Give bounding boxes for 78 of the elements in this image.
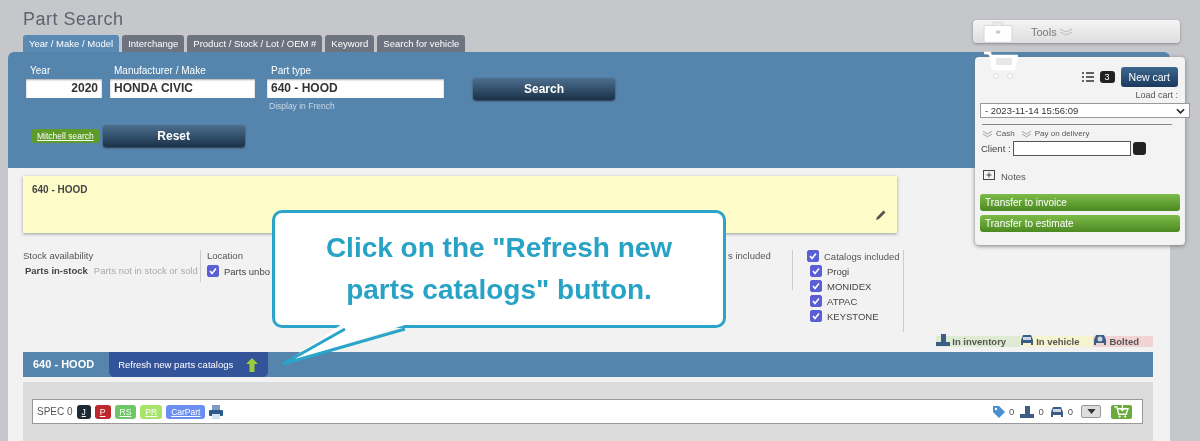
car-icon	[1049, 405, 1064, 418]
payment-option[interactable]: Cash	[996, 129, 1015, 138]
client-button[interactable]	[1132, 142, 1146, 155]
checkbox[interactable]	[810, 265, 822, 277]
checkbox[interactable]	[810, 295, 822, 307]
catalog-link[interactable]: P	[94, 404, 111, 419]
tab[interactable]: Keyword	[325, 35, 375, 52]
result-title: 640 - HOOD	[32, 357, 96, 372]
checkbox-label: Parts unbo	[224, 265, 270, 277]
transfer-button[interactable]: Transfer to estimate	[980, 215, 1180, 232]
filter-heading: Catalogs included	[824, 250, 900, 262]
dropdown-button[interactable]	[1081, 405, 1101, 418]
chevron-down-icon	[1176, 107, 1185, 114]
stock-option[interactable]: Parts in-stock	[23, 265, 90, 276]
reset-button[interactable]: Reset	[102, 125, 245, 147]
checkbox[interactable]	[810, 280, 822, 292]
inventory-icon	[936, 333, 951, 346]
cart-select[interactable]: - 2023-11-14 15:56:09	[980, 103, 1190, 118]
make-dropdown[interactable]: HONDA CIVIC	[110, 79, 255, 98]
checkbox[interactable]	[807, 250, 819, 262]
callout-text: Click on the "Refresh new parts catalogs" button.	[324, 231, 674, 307]
tag-icon	[993, 405, 1006, 418]
filter-heading: Stock availability	[23, 250, 95, 261]
tab[interactable]: Interchange	[122, 35, 185, 52]
new-cart-button[interactable]: New cart	[1120, 67, 1178, 87]
chevron-icon	[982, 129, 993, 138]
notes-label[interactable]: Notes	[1001, 170, 1026, 182]
count-text: 0	[1009, 406, 1015, 417]
checkbox[interactable]	[810, 310, 822, 322]
tab[interactable]: Product / Stock / Lot / OEM #	[187, 35, 323, 52]
checkbox-label: MONIDEX	[827, 280, 872, 292]
client-field[interactable]	[1012, 141, 1131, 156]
chevron-icon	[1020, 129, 1032, 138]
inventory-icon	[1020, 405, 1035, 418]
add-to-cart-button[interactable]	[1111, 404, 1132, 419]
tab[interactable]: Search for vehicle	[377, 35, 466, 52]
cart-count-badge: 3	[1099, 71, 1115, 83]
selected-part-text: 640 - HOOD	[32, 184, 88, 195]
load-cart-label: Load cart :	[1135, 89, 1179, 100]
tab[interactable]: Year / Make / Model	[23, 35, 120, 52]
checkbox-label: Progi	[827, 265, 850, 277]
refresh-catalogs-button[interactable]: Refresh new parts catalogs	[109, 352, 269, 377]
count-text: 0	[1067, 406, 1073, 417]
legend-label: In inventory	[952, 336, 1007, 347]
list-icon[interactable]	[1081, 72, 1094, 82]
field-label: Manufacturer / Make	[113, 65, 207, 78]
field-label: Part type	[270, 65, 313, 78]
checkbox-label: ATPAC	[827, 295, 858, 307]
catalog-link[interactable]: J	[76, 404, 91, 419]
arrow-up-icon	[246, 357, 259, 372]
payment-option[interactable]: Pay on delivery	[1034, 129, 1090, 138]
part-type-dropdown[interactable]: 640 - HOOD	[267, 79, 444, 98]
checkbox[interactable]	[207, 265, 219, 277]
spec-text: SPEC 0	[37, 406, 73, 417]
transfer-button[interactable]: Transfer to invoice	[980, 194, 1180, 211]
client-label: Client :	[981, 143, 1011, 154]
chevron-icon	[1058, 27, 1073, 36]
filter-heading: s included	[728, 250, 772, 261]
legend-label: In vehicle	[1036, 336, 1080, 347]
filter-heading: Location	[207, 250, 244, 261]
legend-label: Bolted	[1109, 336, 1139, 347]
search-button[interactable]: Search	[473, 78, 615, 100]
catalog-link[interactable]: CarPart	[166, 404, 206, 419]
field-label: Year	[29, 65, 52, 78]
year-field[interactable]: 2020	[26, 79, 102, 98]
add-note-icon[interactable]	[983, 170, 995, 182]
toolbox-icon	[983, 20, 1013, 43]
printer-icon[interactable]	[209, 404, 224, 419]
display-french-text: Display in French	[268, 100, 336, 111]
pencil-icon[interactable]	[875, 209, 887, 221]
mitchell-search-link[interactable]: Mitchell search	[32, 129, 99, 143]
count-text: 0	[1038, 406, 1044, 417]
car-icon	[1020, 333, 1035, 346]
checkbox-label: KEYSTONE	[827, 310, 879, 322]
car-icon	[1093, 333, 1108, 346]
page-title: Part Search	[22, 8, 124, 31]
caret-icon	[1086, 409, 1096, 414]
tools-bar[interactable]: Tools	[973, 20, 1180, 43]
